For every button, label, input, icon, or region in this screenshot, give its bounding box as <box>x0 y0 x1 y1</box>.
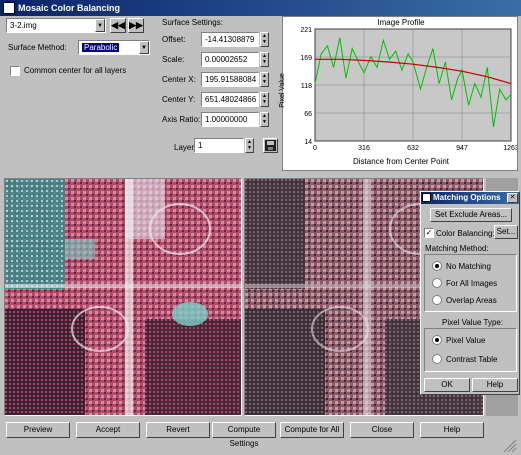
center-x-spinner[interactable]: ▲ ▼ <box>260 72 269 87</box>
spin-down-icon[interactable]: ▼ <box>246 145 253 151</box>
previous-image-icon[interactable]: ◀◀ <box>110 18 126 33</box>
set-exclude-areas-button[interactable]: Set Exclude Areas... <box>430 208 512 222</box>
image-select[interactable]: 3-2.img <box>6 18 106 33</box>
layer-value: 1 <box>198 141 203 150</box>
dialog-help-button[interactable]: Help <box>472 378 518 392</box>
compute-settings-button[interactable]: Compute Settings <box>212 422 276 448</box>
dialog-title: Matching Options <box>433 193 501 202</box>
for-all-images-label: For All Images <box>446 279 498 288</box>
image-select-dropdown-icon[interactable]: ▼ <box>95 19 105 32</box>
offset-field[interactable]: -14.41308879 <box>201 32 259 47</box>
app-icon <box>3 2 15 14</box>
compute-for-all-button[interactable]: Compute for All <box>280 422 344 438</box>
bottom-button-bar: Preview Accept Revert Compute Settings C… <box>0 418 521 455</box>
pixel-value-type-group: Pixel Value Contrast Table <box>424 328 517 372</box>
center-x-field[interactable]: 195.91588084 <box>201 72 259 87</box>
matching-method-group: No Matching For All Images Overlap Areas <box>424 254 517 312</box>
chart-y-tick: 66 <box>304 111 312 118</box>
surface-method-label: Surface Method: <box>8 43 67 52</box>
layer-field[interactable]: 1 <box>194 138 244 153</box>
image-profile-chart: Image Profile Pixel Value Distance from … <box>279 16 518 171</box>
close-button[interactable]: Close <box>350 422 414 438</box>
chart-plot: 221 169 118 66 140 316 632 947 1263 <box>300 27 517 152</box>
scale-field[interactable]: 0.00002652 <box>201 52 259 67</box>
resize-grip-icon[interactable] <box>488 438 518 453</box>
offset-spinner[interactable]: ▲ ▼ <box>260 32 269 47</box>
preview-button[interactable]: Preview <box>6 422 70 438</box>
chart-y-tick: 169 <box>300 55 312 62</box>
for-all-images-radio[interactable] <box>432 278 442 288</box>
color-balancing-set-button[interactable]: Set... <box>494 225 518 239</box>
axis-ratio-spinner[interactable]: ▲ ▼ <box>260 112 269 127</box>
surface-method-dropdown-icon[interactable]: ▼ <box>139 41 149 54</box>
offset-label: Offset: <box>162 35 186 44</box>
aerial-image-color-balanced <box>5 179 241 415</box>
no-matching-label: No Matching <box>446 262 491 271</box>
matching-options-dialog: Matching Options ✕ Set Exclude Areas... … <box>420 191 520 395</box>
center-y-label: Center Y: <box>162 95 196 104</box>
dialog-titlebar: Matching Options <box>421 192 519 204</box>
chart-y-tick: 14 <box>304 139 312 146</box>
contrast-table-label: Contrast Table <box>446 355 498 364</box>
image-select-value: 3-2.img <box>10 21 37 30</box>
pixel-value-type-label: Pixel Value Type: <box>442 318 504 327</box>
spin-down-icon[interactable]: ▼ <box>261 99 268 105</box>
chart-x-tick: 632 <box>407 145 419 152</box>
overlap-areas-label: Overlap Areas <box>446 296 497 305</box>
scale-spinner[interactable]: ▲ ▼ <box>260 52 269 67</box>
surface-settings-title: Surface Settings: <box>162 18 223 27</box>
chart-x-tick: 947 <box>456 145 468 152</box>
spin-down-icon[interactable]: ▼ <box>261 39 268 45</box>
chart-y-tick: 118 <box>301 83 312 90</box>
save-icon[interactable] <box>263 138 278 153</box>
contrast-table-radio[interactable] <box>432 354 442 364</box>
matching-method-label: Matching Method: <box>425 244 489 253</box>
offset-value: -14.41308879 <box>205 35 255 44</box>
no-matching-radio[interactable] <box>432 261 442 271</box>
common-center-checkbox[interactable] <box>10 66 20 76</box>
color-balancing-label: Color Balancing: <box>436 229 495 238</box>
center-y-value: 651.48024866 <box>205 95 257 104</box>
dialog-app-icon <box>422 193 431 202</box>
dialog-close-icon[interactable]: ✕ <box>507 193 518 203</box>
center-x-value: 195.91588084 <box>205 75 257 84</box>
chart-y-tick: 221 <box>300 27 312 34</box>
scale-value: 0.00002652 <box>205 55 248 64</box>
window-title: Mosaic Color Balancing <box>18 3 121 13</box>
spin-down-icon[interactable]: ▼ <box>261 119 268 125</box>
layer-label: Layer: <box>174 143 197 152</box>
accept-button[interactable]: Accept <box>76 422 140 438</box>
center-y-field[interactable]: 651.48024866 <box>201 92 259 107</box>
axis-ratio-label: Axis Ratio: <box>162 115 201 124</box>
color-balancing-checkbox[interactable]: ✓ <box>424 228 434 238</box>
chart-x-tick: 0 <box>313 145 317 152</box>
spin-down-icon[interactable]: ▼ <box>261 59 268 65</box>
controls-panel: 3-2.img ▼ ◀◀ ▶▶ Surface Method: Paraboli… <box>4 16 280 171</box>
center-y-spinner[interactable]: ▲ ▼ <box>260 92 269 107</box>
chart-x-tick: 1263 <box>503 145 517 152</box>
revert-button[interactable]: Revert <box>146 422 210 438</box>
layer-spinner[interactable]: ▲ ▼ <box>245 138 254 153</box>
next-image-icon[interactable]: ▶▶ <box>128 18 144 33</box>
center-x-label: Center X: <box>162 75 196 84</box>
left-image-view[interactable] <box>4 178 242 416</box>
pixel-value-radio[interactable] <box>432 335 442 345</box>
axis-ratio-field[interactable]: 1.00000000 <box>201 112 259 127</box>
help-button[interactable]: Help <box>420 422 484 438</box>
axis-ratio-value: 1.00000000 <box>205 115 248 124</box>
chart-x-tick: 316 <box>358 145 370 152</box>
common-center-label: Common center for all layers <box>24 66 127 75</box>
dialog-ok-button[interactable]: OK <box>424 378 470 392</box>
spin-down-icon[interactable]: ▼ <box>261 79 268 85</box>
pixel-value-label: Pixel Value <box>446 336 486 345</box>
scale-label: Scale: <box>162 55 185 64</box>
surface-method-value: Parabolic <box>82 43 120 52</box>
overlap-areas-radio[interactable] <box>432 295 442 305</box>
window-titlebar: Mosaic Color Balancing <box>0 0 521 16</box>
